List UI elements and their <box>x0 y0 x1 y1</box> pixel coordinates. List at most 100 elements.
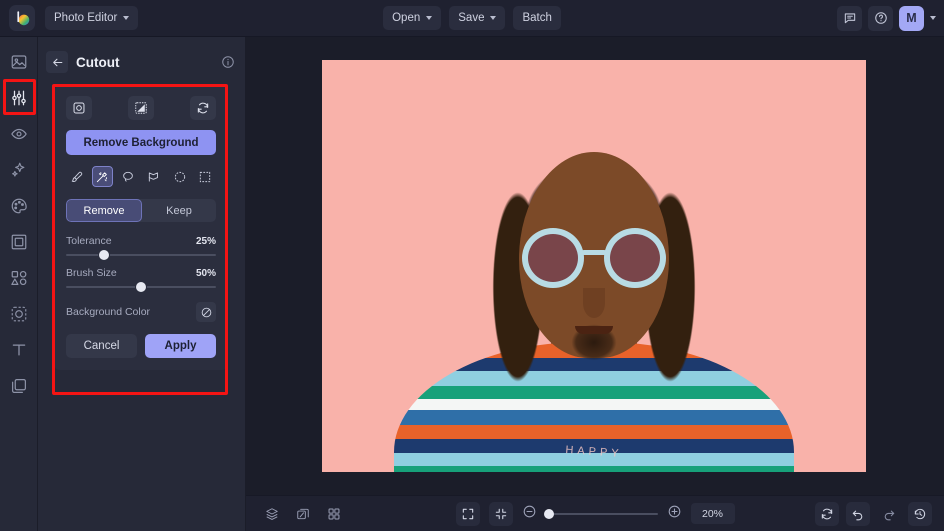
segment-keep[interactable]: Keep <box>142 199 216 222</box>
info-circle-icon[interactable] <box>221 55 235 69</box>
subject-beard <box>564 316 624 364</box>
brush-size-label: Brush Size <box>66 267 117 279</box>
segment-remove[interactable]: Remove <box>66 199 142 222</box>
remove-background-button[interactable]: Remove Background <box>66 130 216 155</box>
photo-canvas[interactable]: HAPPY <box>322 60 866 472</box>
redo-icon[interactable] <box>877 502 901 526</box>
comment-icon[interactable] <box>837 5 862 31</box>
save-button[interactable]: Save <box>449 6 506 30</box>
ellipse-select-icon[interactable] <box>169 166 190 187</box>
save-label: Save <box>458 12 485 24</box>
question-circle-icon[interactable] <box>868 5 893 31</box>
refresh-swap-icon[interactable] <box>190 96 216 120</box>
bottom-toolbar: 20% <box>246 495 944 531</box>
panel-header: Cutout <box>38 45 245 79</box>
sidebar-item-retouch[interactable] <box>6 121 32 147</box>
app-menu-label: Photo Editor <box>54 12 118 24</box>
zoom-slider-track[interactable] <box>543 508 658 519</box>
zoom-level-value[interactable]: 20% <box>690 503 735 524</box>
chevron-down-icon <box>426 16 433 20</box>
subject-glasses-right <box>604 228 666 288</box>
panel-actions: Cancel Apply <box>66 334 216 358</box>
shirt-stripe <box>394 386 794 399</box>
avatar-initial: M <box>906 11 917 25</box>
subject-mouth <box>575 326 613 334</box>
tolerance-value: 25% <box>195 236 216 247</box>
sidebar-item-layers[interactable] <box>6 373 32 399</box>
brand-logo-icon[interactable] <box>9 5 35 31</box>
cutout-controls: Remove Background Remove Keep Tolerance … <box>54 86 228 370</box>
avatar[interactable]: M <box>899 5 924 31</box>
tolerance-label: Tolerance <box>66 235 112 247</box>
app-menu-button[interactable]: Photo Editor <box>45 6 139 30</box>
page-title: Cutout <box>76 54 120 70</box>
tolerance-slider-knob[interactable] <box>98 250 109 260</box>
arrow-left-icon[interactable] <box>46 51 68 73</box>
open-label: Open <box>392 12 421 24</box>
background-color-label: Background Color <box>66 306 151 318</box>
sidebar-item-adjust[interactable] <box>6 85 32 111</box>
brush-size-label-row: Brush Size 50% <box>66 267 216 279</box>
magic-wand-icon[interactable] <box>91 166 113 187</box>
top-center-actions: Open Save Batch <box>0 6 944 30</box>
grid-icon[interactable] <box>322 502 346 526</box>
tolerance-slider-block: Tolerance 25% <box>66 235 216 260</box>
minus-circle-icon[interactable] <box>522 504 537 524</box>
background-color-row: Background Color <box>66 302 216 322</box>
remove-background-label: Remove Background <box>83 136 199 149</box>
polygon-lasso-icon[interactable] <box>143 166 164 187</box>
apply-button[interactable]: Apply <box>145 334 216 358</box>
lasso-icon[interactable] <box>118 166 139 187</box>
shirt-stripe <box>394 399 794 410</box>
top-right-actions: M <box>837 5 936 31</box>
cutout-panel: Cutout Remove Background Remove Keep Tol… <box>38 37 246 531</box>
brush-icon[interactable] <box>66 166 87 187</box>
rectangle-select-icon[interactable] <box>195 166 216 187</box>
transparency-checker-icon[interactable] <box>128 96 154 120</box>
mode-row <box>66 96 216 120</box>
bottom-left-tools <box>260 502 346 526</box>
sidebar-item-cutout[interactable] <box>6 301 32 327</box>
tolerance-label-row: Tolerance 25% <box>66 235 216 247</box>
chevron-down-icon[interactable] <box>930 16 936 20</box>
canvas-area[interactable]: HAPPY <box>246 37 944 531</box>
sidebar-item-image[interactable] <box>6 49 32 75</box>
apply-label: Apply <box>164 340 197 352</box>
batch-label: Batch <box>522 12 552 24</box>
undo-icon[interactable] <box>846 501 870 526</box>
sidebar-item-text[interactable] <box>6 337 32 363</box>
plus-circle-icon[interactable] <box>667 504 682 524</box>
shirt-stripe <box>394 410 794 425</box>
sidebar-item-color[interactable] <box>6 193 32 219</box>
zoom-slider-knob[interactable] <box>543 508 554 519</box>
batch-button[interactable]: Batch <box>513 6 561 30</box>
segment-keep-label: Keep <box>166 204 192 217</box>
sidebar-item-shapes[interactable] <box>6 265 32 291</box>
history-icon[interactable] <box>908 501 932 526</box>
no-color-slash-icon[interactable] <box>196 302 216 322</box>
layers-stack-icon[interactable] <box>260 502 284 526</box>
tolerance-slider-track[interactable] <box>66 250 216 260</box>
app-window: Photo Editor Open Save Batch M Cutout Re… <box>0 0 944 531</box>
brush-size-slider-track[interactable] <box>66 282 216 292</box>
reset-icon[interactable] <box>815 501 839 526</box>
remove-keep-segmented: Remove Keep <box>66 199 216 222</box>
object-select-icon[interactable] <box>66 96 92 120</box>
cancel-label: Cancel <box>83 340 120 352</box>
brush-size-slider-block: Brush Size 50% <box>66 267 216 292</box>
open-button[interactable]: Open <box>383 6 442 30</box>
sidebar-item-effects[interactable] <box>6 157 32 183</box>
chevron-down-icon <box>490 16 497 20</box>
history-controls <box>815 501 932 526</box>
shrink-icon[interactable] <box>488 501 513 526</box>
tools-row <box>66 166 216 187</box>
left-icon-rail <box>0 37 38 531</box>
sidebar-item-frame[interactable] <box>6 229 32 255</box>
compare-icon[interactable] <box>291 502 315 526</box>
segment-remove-label: Remove <box>83 204 125 217</box>
top-toolbar: Photo Editor Open Save Batch M <box>0 0 944 37</box>
fit-screen-icon[interactable] <box>455 501 480 526</box>
cancel-button[interactable]: Cancel <box>66 334 137 358</box>
brush-size-slider-knob[interactable] <box>136 282 146 292</box>
shirt-stripe <box>394 425 794 439</box>
